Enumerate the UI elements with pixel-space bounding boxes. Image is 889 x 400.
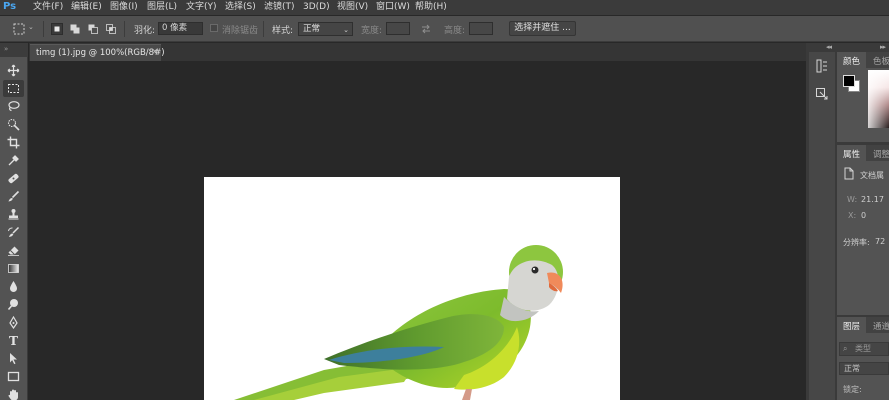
add-to-selection-icon[interactable]	[69, 23, 81, 35]
path-selection-tool-icon[interactable]	[3, 350, 24, 367]
collapse-dock-icon[interactable]: ◂◂	[826, 43, 832, 51]
tab-channels[interactable]: 通道	[873, 320, 889, 332]
tab-swatches[interactable]: 色板	[873, 55, 889, 67]
width-label: W:	[847, 195, 858, 204]
history-brush-tool-icon[interactable]	[3, 224, 24, 241]
style-select[interactable]: 正常 ⌄	[298, 22, 353, 36]
tab-layers[interactable]: 图层	[843, 320, 860, 332]
pen-tool-icon[interactable]	[3, 314, 24, 331]
document-tab[interactable]: timg (1).jpg @ 100%(RGB/8#) ×	[30, 44, 165, 61]
height-input[interactable]	[469, 22, 493, 35]
document-icon	[843, 167, 855, 180]
dodge-tool-icon[interactable]	[3, 296, 24, 313]
marquee-preset-icon[interactable]	[13, 23, 25, 35]
x-value[interactable]: 0	[861, 211, 866, 220]
rectangle-tool-icon[interactable]	[3, 368, 24, 385]
crop-tool-icon[interactable]	[3, 134, 24, 151]
toolbar-header: »	[0, 43, 28, 57]
clone-stamp-tool-icon[interactable]	[3, 206, 24, 223]
menu-layer[interactable]: 图层(L)	[147, 1, 177, 13]
document-properties-label: 文档属	[860, 171, 884, 180]
feather-input[interactable]: 0 像素	[158, 22, 203, 35]
color-panel: 颜色 色板	[837, 52, 889, 142]
search-icon: ⌕	[843, 344, 848, 353]
tab-adjustments[interactable]: 调整	[873, 148, 889, 160]
chevron-down-icon: ⌄	[343, 26, 349, 34]
brush-tool-icon[interactable]	[3, 188, 24, 205]
collapse-arrows-icon[interactable]: »	[4, 45, 8, 53]
layer-filter-input[interactable]: ⌕ 类型	[839, 342, 889, 356]
actions-panel-icon[interactable]	[812, 84, 832, 104]
history-panel-icon[interactable]	[812, 56, 832, 76]
menu-window[interactable]: 窗口(W)	[376, 1, 410, 13]
quick-selection-tool-icon[interactable]	[3, 116, 24, 133]
menu-image[interactable]: 图像(I)	[110, 1, 138, 13]
select-and-mask-button[interactable]: 选择并遮住 ...	[509, 21, 576, 36]
blur-tool-icon[interactable]	[3, 278, 24, 295]
close-icon[interactable]: ×	[151, 47, 159, 57]
separator	[263, 21, 264, 37]
chevron-down-icon[interactable]: ⌄	[28, 23, 34, 31]
marquee-tool-icon[interactable]	[3, 80, 24, 97]
collapse-panels-icon[interactable]: ▸▸	[880, 43, 886, 51]
healing-brush-tool-icon[interactable]	[3, 170, 24, 187]
document-tab-title: timg (1).jpg @ 100%(RGB/8#)	[36, 48, 165, 58]
menu-bar: Ps 文件(F) 编辑(E) 图像(I) 图层(L) 文字(Y) 选择(S) 滤…	[0, 0, 889, 15]
width-input[interactable]	[386, 22, 410, 35]
separator	[124, 21, 125, 37]
eyedropper-tool-icon[interactable]	[3, 152, 24, 169]
resolution-value: 72	[875, 237, 886, 246]
menu-edit[interactable]: 编辑(E)	[71, 1, 102, 13]
hand-tool-icon[interactable]	[3, 386, 24, 400]
new-selection-icon[interactable]	[51, 23, 63, 35]
height-label: 高度:	[444, 26, 466, 36]
collapsed-panel-strip	[809, 52, 835, 400]
x-label: X:	[848, 211, 857, 220]
layer-filter-placeholder: 类型	[855, 344, 871, 353]
width-label: 宽度:	[361, 26, 383, 36]
toolbar: T	[0, 57, 28, 400]
properties-panel-tabs: 属性 调整	[837, 145, 889, 161]
swap-dimensions-icon[interactable]	[420, 23, 432, 35]
resolution-label: 分辨率:	[843, 238, 870, 247]
tab-properties[interactable]: 属性	[843, 148, 860, 160]
lock-label: 锁定:	[843, 385, 862, 394]
options-bar: ⌄ 羽化: 0 像素 消除锯齿 样式: 正常 ⌄ 宽度: 高度: 选择并遮住 .…	[0, 16, 889, 42]
foreground-color-swatch[interactable]	[843, 75, 855, 87]
properties-panel: 属性 调整 文档属 W: 21.17 X: 0 分辨率: 72	[837, 145, 889, 315]
menu-view[interactable]: 视图(V)	[337, 1, 368, 13]
menu-select[interactable]: 选择(S)	[225, 1, 256, 13]
layers-panel: 图层 通道 ⌕ 类型 正常 锁定:	[837, 317, 889, 400]
separator	[43, 21, 44, 37]
gradient-tool-icon[interactable]	[3, 260, 24, 277]
blend-mode-select[interactable]: 正常	[839, 362, 889, 375]
document-tab-bar: timg (1).jpg @ 100%(RGB/8#) ×	[29, 43, 806, 61]
antialias-label: 消除锯齿	[222, 26, 259, 36]
feather-label: 羽化:	[134, 26, 156, 36]
menu-3d[interactable]: 3D(D)	[303, 1, 330, 13]
type-tool-icon[interactable]: T	[3, 332, 24, 349]
antialias-checkbox[interactable]	[210, 24, 218, 32]
tab-color[interactable]: 颜色	[843, 55, 860, 67]
app-logo: Ps	[3, 1, 17, 12]
style-select-value: 正常	[303, 24, 321, 34]
eraser-tool-icon[interactable]	[3, 242, 24, 259]
color-spectrum[interactable]	[868, 70, 889, 128]
document-canvas[interactable]	[204, 177, 620, 400]
style-label: 样式:	[272, 26, 294, 36]
menu-filter[interactable]: 滤镜(T)	[264, 1, 295, 13]
lasso-tool-icon[interactable]	[3, 98, 24, 115]
menu-type[interactable]: 文字(Y)	[186, 1, 217, 13]
width-value[interactable]: 21.17	[861, 195, 884, 204]
layers-panel-tabs: 图层 通道	[837, 317, 889, 333]
move-tool-icon[interactable]	[3, 62, 24, 79]
parrot-image	[234, 245, 563, 400]
subtract-from-selection-icon[interactable]	[87, 23, 99, 35]
color-panel-tabs: 颜色 色板	[837, 52, 889, 68]
menu-help[interactable]: 帮助(H)	[415, 1, 447, 13]
intersect-selection-icon[interactable]	[105, 23, 117, 35]
menu-file[interactable]: 文件(F)	[33, 1, 63, 13]
